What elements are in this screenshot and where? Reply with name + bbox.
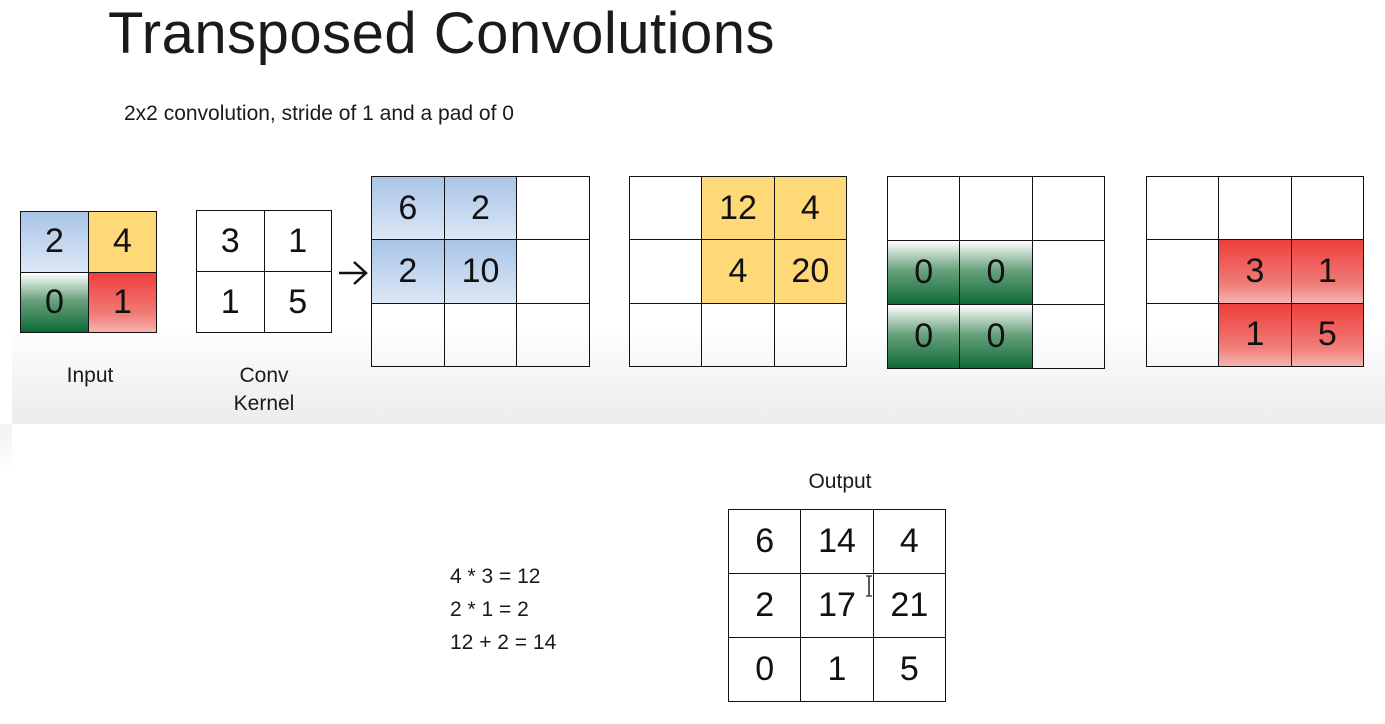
partial-cell: 4 <box>702 240 775 304</box>
input-grid: 2 4 0 1 <box>20 211 157 333</box>
partial-cell <box>1147 177 1220 241</box>
calculation-steps: 4 * 3 = 12 2 * 1 = 2 12 + 2 = 14 <box>450 560 556 659</box>
output-cell: 4 <box>873 510 946 574</box>
output-grid: 6 14 4 2 17 21 0 1 5 <box>728 509 946 702</box>
kernel-cell: 1 <box>264 211 332 272</box>
partial-cell <box>517 303 590 367</box>
kernel-cell: 3 <box>197 211 265 272</box>
partial-cell: 0 <box>888 241 961 305</box>
partial-cell <box>444 303 518 367</box>
input-label: Input <box>66 364 114 387</box>
output-cell: 17 <box>801 574 874 638</box>
output-cell: 0 <box>729 638 802 702</box>
partial-grid-4: 3 1 1 5 <box>1146 176 1364 367</box>
partial-cell: 5 <box>1291 303 1364 367</box>
partial-cell <box>630 240 703 304</box>
output-cell: 6 <box>729 510 802 574</box>
partial-cell: 4 <box>774 177 847 241</box>
slide-edge-shadow <box>0 424 12 472</box>
calculation-line: 2 * 1 = 2 <box>450 598 529 621</box>
partial-cell <box>517 177 590 241</box>
partial-cell: 1 <box>1291 240 1364 304</box>
partial-cell: 20 <box>774 240 847 304</box>
partial-cell: 0 <box>960 305 1033 369</box>
input-cell: 4 <box>89 212 157 273</box>
kernel-label: Conv Kernel <box>214 362 314 418</box>
output-cell: 2 <box>729 574 802 638</box>
partial-cell: 1 <box>1219 303 1292 367</box>
output-cell: 21 <box>873 574 946 638</box>
partial-cell <box>1032 241 1105 305</box>
partial-cell: 10 <box>444 240 518 304</box>
kernel-label-line1: Conv <box>239 364 289 387</box>
partial-cell: 6 <box>372 177 445 241</box>
kernel-label-line2: Kernel <box>233 392 295 415</box>
input-cell: 1 <box>89 272 157 333</box>
partial-grid-2: 12 4 4 20 <box>629 176 847 367</box>
subtitle: 2x2 convolution, stride of 1 and a pad o… <box>124 102 514 125</box>
kernel-grid: 3 1 1 5 <box>196 210 332 333</box>
partial-cell <box>888 177 961 241</box>
partial-cell <box>1219 177 1292 241</box>
partial-cell: 3 <box>1219 240 1292 304</box>
partial-grid-3: 0 0 0 0 <box>887 176 1105 369</box>
partial-cell: 0 <box>960 241 1033 305</box>
partial-cell: 2 <box>372 240 445 304</box>
partial-cell <box>1032 177 1105 241</box>
partial-cell <box>1147 240 1220 304</box>
partial-cell <box>1291 177 1364 241</box>
output-cell: 1 <box>801 638 874 702</box>
partial-grid-1: 6 2 2 10 <box>371 176 590 367</box>
output-cell: 14 <box>801 510 874 574</box>
partial-cell <box>702 303 775 367</box>
partial-cell: 0 <box>888 305 961 369</box>
right-arrow-icon <box>339 261 368 285</box>
partial-cell <box>774 303 847 367</box>
input-cell: 2 <box>21 212 89 273</box>
partial-cell <box>1147 303 1220 367</box>
calculation-line: 4 * 3 = 12 <box>450 565 541 588</box>
input-cell: 0 <box>21 272 89 333</box>
output-label: Output <box>808 470 872 493</box>
kernel-cell: 1 <box>197 272 265 333</box>
page-title: Transposed Convolutions <box>108 1 776 66</box>
partial-cell <box>1032 305 1105 369</box>
partial-cell <box>517 240 590 304</box>
partial-cell: 12 <box>702 177 775 241</box>
partial-cell <box>630 303 703 367</box>
partial-cell: 2 <box>444 177 518 241</box>
kernel-cell: 5 <box>264 272 332 333</box>
output-cell: 5 <box>873 638 946 702</box>
partial-cell <box>630 177 703 241</box>
text-cursor-icon <box>866 575 872 597</box>
partial-cell <box>372 303 445 367</box>
partial-cell <box>960 177 1033 241</box>
calculation-line: 12 + 2 = 14 <box>450 631 557 654</box>
